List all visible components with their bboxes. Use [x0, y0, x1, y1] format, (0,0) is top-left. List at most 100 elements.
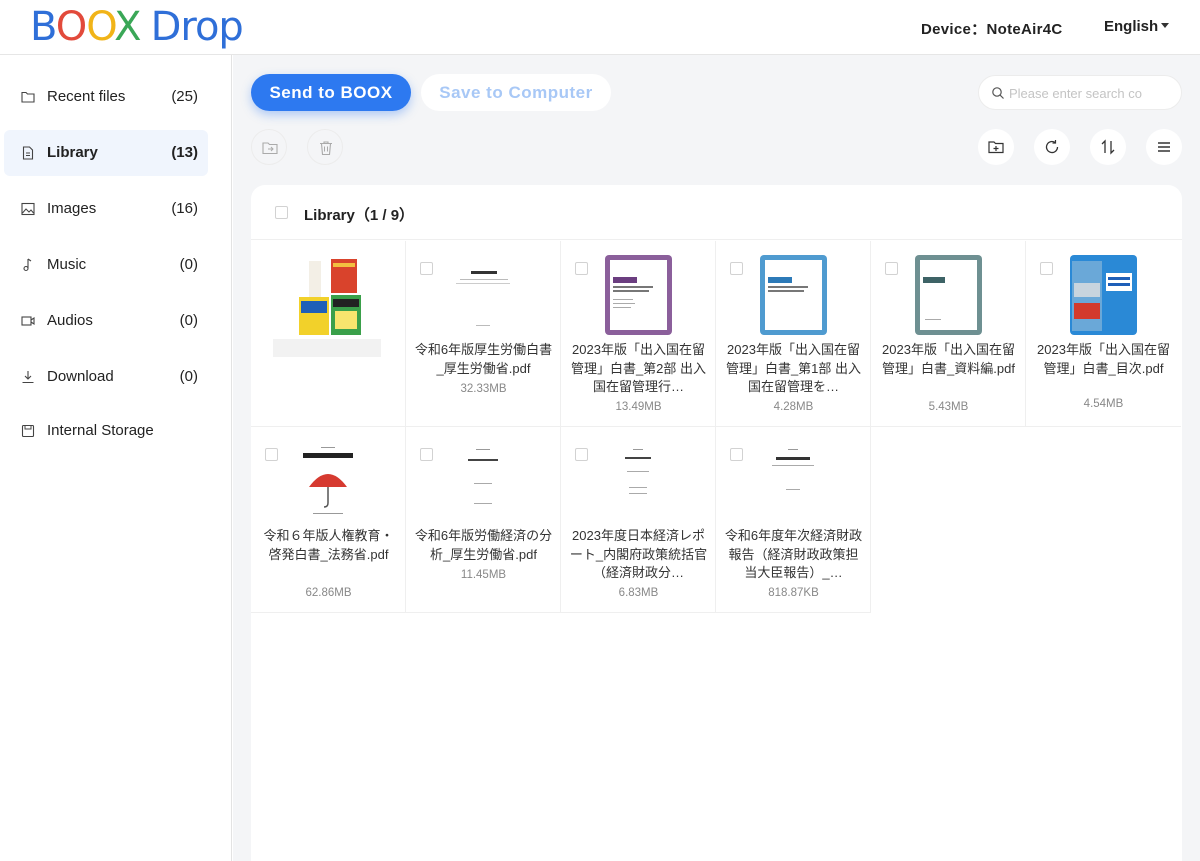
- image-icon: [21, 202, 35, 216]
- device-name: Device：NoteAir4C: [921, 21, 1063, 38]
- library-panel: Library（1 / 9） 令和6年版厚生労働白書_厚生労働省.pdf 32.…: [251, 185, 1182, 861]
- file-name: 2023年度日本経済レポート_内閣府政策統括官（経済財政分…: [569, 528, 708, 580]
- search-box: [978, 75, 1182, 110]
- teal-cover-thumbnail: [915, 255, 982, 335]
- sidebar-item-recent-files[interactable]: Recent files (25): [4, 74, 208, 120]
- sort-button[interactable]: [1090, 129, 1126, 165]
- caret-down-icon: [1161, 23, 1170, 28]
- new-folder-button[interactable]: [978, 129, 1014, 165]
- library-header: Library（1 / 9）: [251, 185, 1182, 240]
- file-checkbox[interactable]: [420, 262, 433, 275]
- sidebar-item-audios[interactable]: Audios (0): [4, 298, 208, 344]
- sidebar-item-images[interactable]: Images (16): [4, 186, 208, 232]
- file-size: 4.54MB: [1083, 398, 1124, 410]
- refresh-icon: [1045, 140, 1059, 154]
- trash-icon: [320, 141, 332, 156]
- move-folder-icon: [262, 142, 278, 155]
- search-input[interactable]: [1009, 84, 1169, 102]
- purple-cover-thumbnail: [605, 255, 672, 335]
- sidebar-item-count: (25): [171, 88, 198, 105]
- file-size: 32.33MB: [460, 383, 507, 395]
- boox-drop-logo[interactable]: BOOX Drop: [30, 4, 244, 50]
- logo-letter-o1: O: [55, 4, 88, 50]
- search-icon: [992, 87, 1004, 99]
- sidebar-item-label: Music: [47, 256, 87, 273]
- document-thumbnail: [446, 253, 521, 337]
- file-checkbox[interactable]: [575, 262, 588, 275]
- photo-cover-thumbnail: [1070, 255, 1137, 335]
- sidebar-item-count: (0): [179, 368, 198, 385]
- file-size: 4.28MB: [773, 401, 814, 413]
- send-to-boox-button[interactable]: Send to BOOX: [251, 74, 411, 111]
- document-icon: [22, 146, 34, 160]
- sidebar-item-count: (0): [179, 256, 198, 273]
- language-label: English: [1104, 18, 1159, 35]
- file-size: 11.45MB: [460, 569, 507, 581]
- main-content: Send to BOOX Save to Computer Library（1 …: [233, 55, 1200, 861]
- logo-letter-x: X: [114, 4, 141, 50]
- document-thumbnail: [446, 439, 521, 523]
- file-checkbox[interactable]: [575, 448, 588, 461]
- menu-lines-icon: [1158, 142, 1170, 152]
- file-card[interactable]: 2023年版「出入国在留管理」白書_第1部 出入国在留管理を… 4.28MB: [716, 241, 871, 427]
- sidebar-item-library[interactable]: Library (13): [4, 130, 208, 176]
- sidebar-item-count: (13): [171, 144, 198, 161]
- sidebar-item-music[interactable]: Music (0): [4, 242, 208, 288]
- file-name: 令和6年度年次経済財政報告（経済財政政策担当大臣報告）_…: [724, 528, 863, 580]
- library-title: Library（1 / 9）: [304, 207, 415, 224]
- download-icon: [22, 371, 34, 384]
- sidebar-item-count: (16): [171, 200, 198, 217]
- save-to-computer-button[interactable]: Save to Computer: [421, 74, 611, 111]
- folder-icon: [21, 91, 35, 103]
- sidebar-item-label: Images: [47, 200, 97, 217]
- language-selector[interactable]: English: [1104, 18, 1170, 35]
- file-name: 令和6年版労働経済の分析_厚生労働省.pdf: [414, 528, 553, 562]
- video-icon: [21, 316, 35, 326]
- sidebar-item-internal-storage[interactable]: Internal Storage: [4, 408, 208, 454]
- logo-letter-b: B: [30, 4, 57, 50]
- delete-button[interactable]: [307, 129, 343, 165]
- file-size: 818.87KB: [768, 587, 819, 599]
- sidebar-item-label: Audios: [47, 312, 93, 329]
- file-checkbox[interactable]: [885, 262, 898, 275]
- refresh-button[interactable]: [1034, 129, 1070, 165]
- logo-drop-text: Drop: [150, 4, 244, 50]
- music-note-icon: [23, 258, 32, 272]
- sidebar-item-label: Recent files: [47, 88, 126, 105]
- file-card[interactable]: 令和6年版労働経済の分析_厚生労働省.pdf 11.45MB: [406, 427, 561, 613]
- file-checkbox[interactable]: [420, 448, 433, 461]
- file-card[interactable]: 令和６年版人権教育・啓発白書_法務省.pdf 62.86MB: [251, 427, 406, 613]
- file-card[interactable]: 2023年度日本経済レポート_内閣府政策統括官（経済財政分… 6.83MB: [561, 427, 716, 613]
- file-card[interactable]: 令和6年版厚生労働白書_厚生労働省.pdf 32.33MB: [406, 241, 561, 427]
- storage-icon: [21, 424, 35, 438]
- top-header: BOOX Drop Device：NoteAir4C English: [0, 0, 1200, 55]
- file-checkbox[interactable]: [730, 262, 743, 275]
- file-checkbox[interactable]: [265, 448, 278, 461]
- view-list-button[interactable]: [1146, 129, 1182, 165]
- file-card[interactable]: 2023年版「出入国在留管理」白書_資料編.pdf 5.43MB: [871, 241, 1026, 427]
- file-checkbox[interactable]: [730, 448, 743, 461]
- file-card[interactable]: 2023年版「出入国在留管理」白書_第2部 出入国在留管理行… 13.49MB: [561, 241, 716, 427]
- file-size: 5.43MB: [928, 401, 969, 413]
- file-name: 令和６年版人権教育・啓発白書_法務省.pdf: [263, 528, 394, 562]
- file-size: 62.86MB: [305, 587, 352, 599]
- file-size: 6.83MB: [618, 587, 659, 599]
- file-card[interactable]: [251, 241, 406, 427]
- select-all-checkbox[interactable]: [275, 206, 288, 219]
- sidebar-item-label: Download: [47, 368, 114, 385]
- move-to-folder-button[interactable]: [251, 129, 287, 165]
- file-card[interactable]: 令和6年度年次経済財政報告（経済財政政策担当大臣報告）_… 818.87KB: [716, 427, 871, 613]
- new-folder-icon: [988, 141, 1004, 154]
- file-size: 13.49MB: [615, 401, 662, 413]
- sidebar-item-label: Library: [47, 144, 98, 161]
- books-collage-thumbnail: [273, 259, 381, 357]
- file-name: 2023年版「出入国在留管理」白書_第2部 出入国在留管理行…: [570, 342, 707, 394]
- sort-icon: [1101, 139, 1115, 155]
- file-checkbox[interactable]: [1040, 262, 1053, 275]
- sidebar: Recent files (25) Library (13) Images (1…: [0, 55, 232, 861]
- sidebar-item-download[interactable]: Download (0): [4, 354, 208, 400]
- sidebar-item-count: (0): [179, 312, 198, 329]
- file-name: 令和6年版厚生労働白書_厚生労働省.pdf: [414, 342, 553, 376]
- file-card[interactable]: 2023年版「出入国在留管理」白書_目次.pdf 4.54MB: [1026, 241, 1181, 427]
- file-name: 2023年版「出入国在留管理」白書_資料編.pdf: [882, 342, 1015, 376]
